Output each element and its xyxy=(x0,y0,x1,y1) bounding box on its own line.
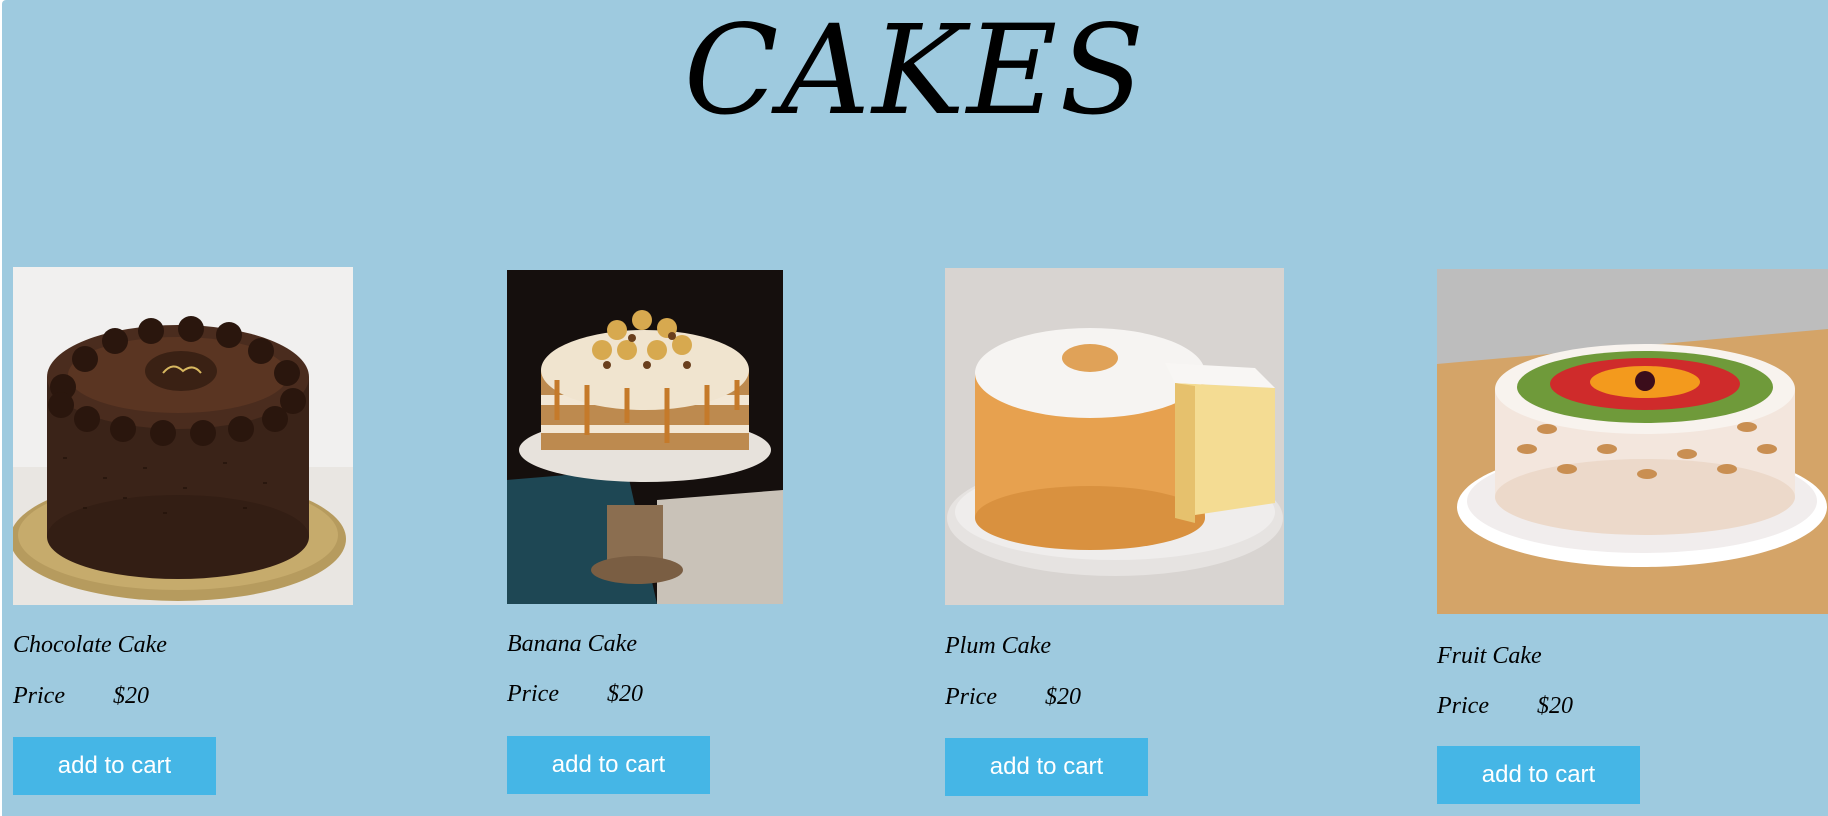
price-label: Price xyxy=(945,684,997,710)
price-label: Price xyxy=(1437,693,1489,719)
page-title: CAKES xyxy=(683,0,1147,143)
price-row: Price $20 xyxy=(1437,692,1573,720)
product-card-plum-cake: Plum Cake Price $20 add to cart xyxy=(945,268,1284,808)
cakes-page: CAKES Chocolate Cake Price $20 add to ca… xyxy=(2,0,1828,816)
price-row: Price $20 xyxy=(13,682,149,710)
price-label: Price xyxy=(13,683,65,709)
price-row: Price $20 xyxy=(945,683,1081,711)
banana-cake-image xyxy=(507,270,783,604)
price-value: $20 xyxy=(1537,693,1573,719)
product-card-chocolate-cake: Chocolate Cake Price $20 add to cart xyxy=(13,267,353,807)
price-value: $20 xyxy=(607,681,643,707)
product-name: Plum Cake xyxy=(945,633,1051,659)
plum-cake-image xyxy=(945,268,1284,605)
product-name: Chocolate Cake xyxy=(13,632,167,658)
fruit-cake-image xyxy=(1437,269,1828,614)
product-name: Banana Cake xyxy=(507,631,637,657)
add-to-cart-button[interactable]: add to cart xyxy=(1437,746,1640,804)
add-to-cart-button[interactable]: add to cart xyxy=(13,737,216,795)
chocolate-cake-image xyxy=(13,267,353,605)
price-row: Price $20 xyxy=(507,680,643,708)
price-value: $20 xyxy=(113,683,149,709)
add-to-cart-button[interactable]: add to cart xyxy=(507,736,710,794)
product-card-banana-cake: Banana Cake Price $20 add to cart xyxy=(507,270,783,810)
product-card-fruit-cake: Fruit Cake Price $20 add to cart xyxy=(1437,269,1828,809)
product-name: Fruit Cake xyxy=(1437,643,1542,669)
price-value: $20 xyxy=(1045,684,1081,710)
add-to-cart-button[interactable]: add to cart xyxy=(945,738,1148,796)
price-label: Price xyxy=(507,681,559,707)
